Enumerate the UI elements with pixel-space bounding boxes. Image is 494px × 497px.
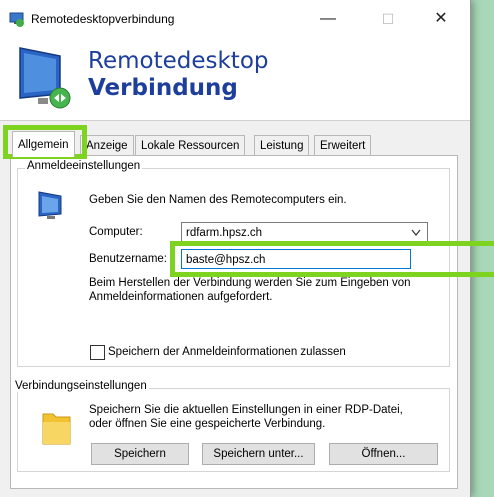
title-bar[interactable]: Remotedesktopverbindung — ☐ ✕ xyxy=(0,0,470,38)
logon-info-line1: Beim Herstellen der Verbindung werden Si… xyxy=(89,277,411,289)
logon-info-line2: Anmeldeinformationen aufgefordert. xyxy=(89,291,273,303)
tab-leistung[interactable]: Leistung xyxy=(254,135,310,156)
chevron-down-icon[interactable] xyxy=(411,229,421,237)
connection-text-line2: oder öffnen Sie eine gespeicherte Verbin… xyxy=(89,418,326,430)
computer-value: rdfarm.hpsz.ch xyxy=(186,227,263,239)
username-label: Benutzername: xyxy=(89,253,167,265)
save-credentials-checkbox[interactable] xyxy=(90,345,105,360)
logon-intro-text: Geben Sie den Namen des Remotecomputers … xyxy=(89,194,347,206)
banner: Remotedesktop Verbindung xyxy=(0,38,470,121)
app-icon xyxy=(9,12,24,27)
logon-settings-legend: Anmeldeeinstellungen xyxy=(25,160,143,172)
tab-erweitert[interactable]: Erweitert xyxy=(314,135,372,156)
window-title: Remotedesktopverbindung xyxy=(31,12,175,26)
highlight-username-field xyxy=(170,241,494,277)
close-button[interactable]: ✕ xyxy=(426,4,456,34)
save-as-button[interactable]: Speichern unter... xyxy=(202,443,315,465)
connection-settings-legend: Verbindungseinstellungen xyxy=(13,380,149,392)
save-button[interactable]: Speichern xyxy=(91,443,189,465)
computer-combobox[interactable]: rdfarm.hpsz.ch xyxy=(181,222,428,242)
folder-icon xyxy=(42,413,71,445)
computer-label: Computer: xyxy=(89,226,143,238)
computer-icon xyxy=(38,191,62,219)
tab-anzeige[interactable]: Anzeige xyxy=(80,135,134,156)
connection-text-line1: Speichern Sie die aktuellen Einstellunge… xyxy=(89,404,403,416)
minimize-button[interactable]: — xyxy=(313,4,343,34)
tab-allgemein[interactable]: Allgemein xyxy=(12,131,75,157)
save-credentials-label[interactable]: Speichern der Anmeldeinformationen zulas… xyxy=(108,346,346,358)
tab-lokale-ressourcen[interactable]: Lokale Ressourcen xyxy=(135,135,246,156)
maximize-button[interactable]: ☐ xyxy=(373,4,403,34)
banner-title-line1: Remotedesktop xyxy=(88,48,269,74)
tab-panel: Anmeldeeinstellungen Geben Sie den Namen… xyxy=(10,155,458,489)
banner-title-line2: Verbindung xyxy=(88,75,238,101)
remote-desktop-logo-icon xyxy=(19,47,71,109)
open-button[interactable]: Öffnen... xyxy=(329,443,438,465)
